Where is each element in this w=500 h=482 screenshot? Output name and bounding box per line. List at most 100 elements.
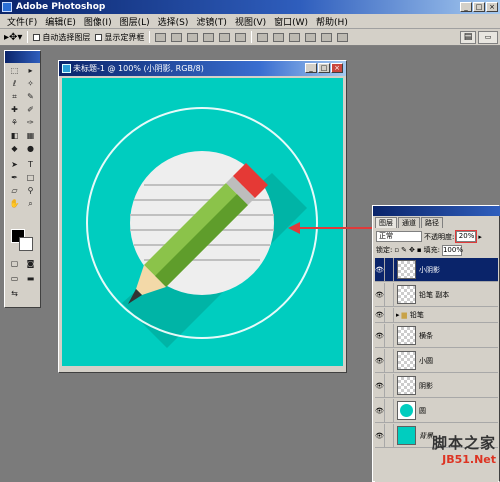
dodge-tool-icon[interactable]: ● [24,143,37,154]
quickmask-mode-icon[interactable]: ◙ [24,258,37,269]
checkbox-box[interactable] [95,33,103,41]
menu-layer[interactable]: 图层(L) [116,15,154,28]
move-tool-icon[interactable]: ▸ [24,65,37,76]
eyedropper-icon[interactable]: ⚲ [24,185,37,196]
lock-transparency-icon[interactable]: ▫ [394,246,399,254]
visibility-eye-icon[interactable]: 👁 [375,424,385,447]
crop-tool-icon[interactable]: ⌗ [8,91,21,102]
menu-filter[interactable]: 滤镜(T) [192,15,231,28]
shape-tool-icon[interactable]: □ [24,172,37,183]
window-controls: _ □ × [460,2,498,12]
pen-tool-icon[interactable]: ✒ [8,172,21,183]
lock-position-icon[interactable]: ✥ [409,246,415,254]
minimize-button[interactable]: _ [460,2,472,12]
palette-well-icon[interactable]: ▭ [478,31,498,44]
slice-tool-icon[interactable]: ✎ [24,91,37,102]
imageready-jump-icon[interactable]: ⇆ [8,288,21,299]
layer-name: 横条 [419,331,433,340]
distribute-right-icon[interactable] [337,32,349,42]
history-brush-icon[interactable]: ✑ [24,117,37,128]
align-right-icon[interactable] [235,32,247,42]
expand-triangle-icon[interactable]: ▸ [396,311,400,319]
align-left-icon[interactable] [203,32,215,42]
fill-input[interactable]: 100% [441,244,463,256]
tab-channels[interactable]: 通道 [398,217,420,228]
zoom-tool-icon[interactable]: ⌕ [24,198,37,209]
gradient-tool-icon[interactable]: ▦ [24,130,37,141]
checkbox-box[interactable] [33,33,41,41]
distribute-hcenter-icon[interactable] [321,32,333,42]
auto-select-checkbox[interactable]: 自动选择图层 [33,32,90,43]
layer-link-slot[interactable] [385,424,394,447]
healing-brush-icon[interactable]: ✚ [8,104,21,115]
opacity-slider-arrow-icon[interactable]: ▸ [478,233,482,241]
layer-link-slot[interactable] [385,374,394,397]
menu-window[interactable]: 窗口(W) [270,15,312,28]
distribute-vcenter-icon[interactable] [273,32,285,42]
magic-wand-icon[interactable]: ✧ [24,78,37,89]
tab-paths[interactable]: 路径 [421,217,443,228]
type-tool-icon[interactable]: T [24,159,37,170]
align-vcenter-icon[interactable] [171,32,183,42]
layer-row-small-circle[interactable]: 👁 小圆 [375,349,498,373]
fullscreen-mode-icon[interactable]: ▬ [24,273,37,284]
visibility-eye-icon[interactable]: 👁 [375,283,385,306]
path-select-icon[interactable]: ➤ [8,159,21,170]
close-button[interactable]: × [486,2,498,12]
notes-tool-icon[interactable]: ▱ [8,185,21,196]
layer-link-slot[interactable] [385,283,394,306]
brush-tool-icon[interactable]: ✐ [24,104,37,115]
visibility-eye-icon[interactable]: 👁 [375,308,385,322]
standard-mode-icon[interactable]: ▢ [8,258,21,269]
lasso-tool-icon[interactable]: ℓ [8,78,21,89]
layer-link-slot[interactable] [385,349,394,372]
visibility-eye-icon[interactable]: 👁 [375,399,385,422]
layer-link-slot[interactable] [385,399,394,422]
background-color-swatch[interactable] [19,237,33,251]
marquee-tool-icon[interactable]: ⬚ [8,65,21,76]
layer-row-pencil-copy[interactable]: 👁 铅笔 副本 [375,283,498,307]
layer-link-slot[interactable] [385,258,394,281]
layer-link-slot[interactable] [385,308,394,322]
doc-minimize-button[interactable]: _ [305,63,317,73]
doc-maximize-button[interactable]: □ [318,63,330,73]
menu-edit[interactable]: 编辑(E) [41,15,80,28]
lock-pixels-icon[interactable]: ✎ [401,246,407,254]
menu-help[interactable]: 帮助(H) [312,15,352,28]
distribute-top-icon[interactable] [257,32,269,42]
lock-all-icon[interactable]: ▪ [417,246,422,254]
distribute-left-icon[interactable] [305,32,317,42]
tab-layers[interactable]: 图层 [375,217,397,228]
clone-stamp-icon[interactable]: ⚘ [8,117,21,128]
move-tool-preset-icon[interactable]: ▸✥▾ [4,32,22,43]
visibility-eye-icon[interactable]: 👁 [375,374,385,397]
hand-tool-icon[interactable]: ✋ [8,198,21,209]
opacity-input[interactable]: 20% [455,230,478,243]
print-icon[interactable]: ▤ [460,31,476,44]
layer-row-circle[interactable]: 👁 圆 [375,399,498,423]
layer-row-stripes[interactable]: 👁 横条 [375,324,498,348]
menu-view[interactable]: 视图(V) [231,15,270,28]
eraser-tool-icon[interactable]: ◧ [8,130,21,141]
maximize-button[interactable]: □ [473,2,485,12]
align-bottom-icon[interactable] [187,32,199,42]
menu-select[interactable]: 选择(S) [154,15,193,28]
visibility-eye-icon[interactable]: 👁 [375,349,385,372]
visibility-eye-icon[interactable]: 👁 [375,258,385,281]
layer-thumbnail [397,260,416,279]
menu-file[interactable]: 文件(F) [3,15,41,28]
distribute-bottom-icon[interactable] [289,32,301,42]
blend-mode-select[interactable]: 正常 [376,231,422,242]
screen-mode-icon[interactable]: ▭ [8,273,21,284]
menu-image[interactable]: 图像(I) [80,15,116,28]
layer-row-pencil-group[interactable]: 👁 ▸ ▆ 铅笔 [375,308,498,323]
visibility-eye-icon[interactable]: 👁 [375,324,385,347]
blur-tool-icon[interactable]: ◆ [8,143,21,154]
layer-row-shadow[interactable]: 👁 阴影 [375,374,498,398]
align-hcenter-icon[interactable] [219,32,231,42]
show-bounds-checkbox[interactable]: 显示定界框 [95,32,144,43]
align-top-icon[interactable] [155,32,167,42]
layer-link-slot[interactable] [385,324,394,347]
layer-row-small-shadow[interactable]: 👁 小阴影 [375,258,498,282]
doc-close-button[interactable]: × [331,63,343,73]
